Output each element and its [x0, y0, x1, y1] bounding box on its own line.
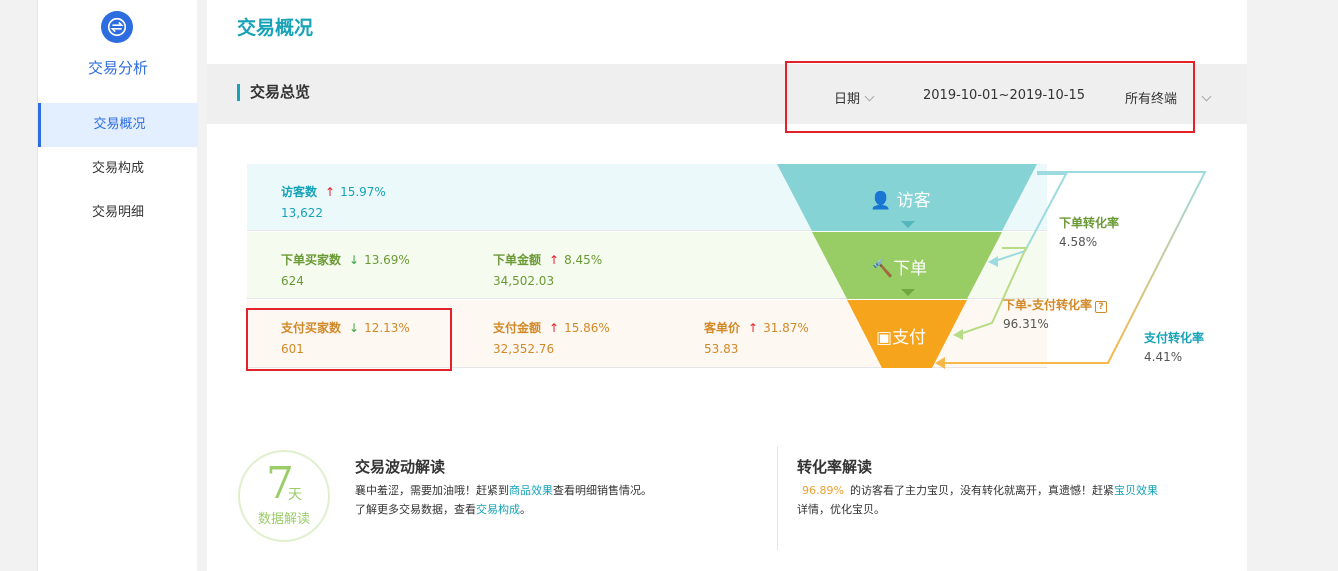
funnel-stage-visit: 👤 访客: [870, 186, 931, 211]
text-segment: 的访客看了主力宝贝，没有转化就离开，真遗憾！赶紧: [849, 484, 1114, 497]
section-bar: 交易总览 日期 2019-10-01~2019-10-15 所有终端: [207, 64, 1247, 124]
metric-order-buyers: 下单买家数 ↓ 13.69% 624: [281, 251, 410, 288]
exchange-icon: [101, 11, 133, 43]
text-segment: 了解更多交易数据，查看: [355, 503, 476, 516]
date-range-picker[interactable]: 2019-10-01~2019-10-15: [923, 88, 1085, 103]
metric-visitors: 访客数 ↑ 15.97% 13,622: [281, 183, 386, 220]
chevron-down-icon: [864, 91, 875, 102]
pay-rate-value: 4.41%: [1144, 350, 1183, 364]
conversion-pct: 96.89%: [802, 484, 844, 497]
badge-unit: 天: [288, 487, 302, 503]
sidebar-item-overview[interactable]: 交易概况: [38, 103, 198, 147]
arrow-down-icon: ↓: [349, 321, 360, 335]
order-rate: 下单转化率 4.58%: [1059, 214, 1119, 249]
sidebar-nav: 交易概况 交易构成 交易明细: [38, 103, 198, 235]
seven-day-badge: 7 天 数据解读: [238, 450, 330, 542]
fluctuation-text: 襄中羞涩，需要加油哦！赶紧到商品效果查看明细销售情况。 了解更多交易数据，查看交…: [355, 481, 755, 519]
arrow-up-icon: ↑: [549, 253, 560, 267]
funnel-stage-order: 🔨下单: [872, 254, 927, 279]
app-root: 交易分析 交易概况 交易构成 交易明细 交易概况 交易总览 日期 2019-10…: [0, 0, 1338, 571]
terminal-label: 所有终端: [1125, 92, 1178, 107]
metric-value: 601: [281, 342, 304, 356]
text-segment: 。: [520, 503, 531, 516]
metric-pay-buyers: 支付买家数 ↓ 12.13% 601: [281, 319, 410, 356]
conversion-line-2: 详情，优化宝贝。: [797, 503, 885, 516]
fluctuation-line-1: 襄中羞涩，需要加油哦！赶紧到商品效果查看明细销售情况。: [355, 481, 755, 500]
conversion-funnel: 👤 访客 🔨下单 ▣支付 下单转化率 4.58% 下单-支付转化率? 96.31…: [760, 150, 1240, 380]
metric-label: 下单买家数: [281, 253, 342, 267]
arrow-up-icon: ↑: [325, 185, 336, 199]
trade-composition-link[interactable]: 交易构成: [476, 503, 520, 516]
page-title: 交易概况: [237, 17, 314, 39]
stage-visit-label: 访客: [896, 191, 931, 211]
wallet-icon: ▣: [876, 328, 893, 348]
metric-value: 34,502.03: [493, 274, 555, 288]
product-effect-link[interactable]: 商品效果: [509, 484, 553, 497]
metric-label: 支付买家数: [281, 321, 342, 335]
arrow-down-icon: ↓: [349, 253, 360, 267]
arrow-up-icon: ↑: [549, 321, 560, 335]
metric-pct: 15.86%: [564, 321, 610, 335]
item-effect-link[interactable]: 宝贝效果: [1114, 484, 1158, 497]
order-rate-label: 下单转化率: [1059, 216, 1120, 230]
metric-pct: 15.97%: [340, 185, 386, 199]
divider: [777, 446, 778, 550]
brand-title: 交易分析: [87, 59, 148, 77]
conversion-title: 转化率解读: [797, 458, 873, 476]
stage-order-label: 下单: [893, 259, 928, 279]
connector-arrow-icon: [953, 329, 963, 340]
user-icon: 👤: [870, 191, 892, 211]
metric-value: 624: [281, 274, 304, 288]
metric-pct: 8.45%: [564, 253, 603, 267]
order-pay-rate: 下单-支付转化率? 96.31%: [1003, 296, 1107, 331]
text-segment: 襄中羞涩，需要加油哦！赶紧到: [355, 484, 509, 497]
metric-label: 下单金额: [493, 253, 542, 267]
pay-rate-label: 支付转化率: [1144, 331, 1205, 345]
metric-label: 支付金额: [493, 321, 542, 335]
metric-pct: 13.69%: [364, 253, 410, 267]
chevron-down-icon: [1201, 91, 1212, 102]
text-segment: 查看明细销售情况。: [553, 484, 652, 497]
badge-subtitle: 数据解读: [257, 512, 310, 527]
metric-value: 32,352.76: [493, 342, 555, 356]
metric-label: 访客数: [281, 185, 318, 199]
help-icon[interactable]: ?: [1094, 301, 1107, 313]
pay-rate: 支付转化率 4.41%: [1144, 329, 1204, 364]
sidebar: 交易分析 交易概况 交易构成 交易明细: [37, 0, 198, 571]
order-rate-value: 4.58%: [1059, 235, 1098, 249]
metric-pct: 12.13%: [364, 321, 410, 335]
hammer-icon: 🔨: [872, 259, 894, 279]
fluctuation-title: 交易波动解读: [355, 458, 446, 476]
order-pay-rate-label: 下单-支付转化率: [1003, 298, 1092, 312]
sidebar-item-composition[interactable]: 交易构成: [38, 147, 198, 191]
stage-pay-label: 支付: [892, 328, 927, 348]
funnel-stage-pay: ▣支付: [876, 323, 926, 348]
conversion-line-1: 96.89% 的访客看了主力宝贝，没有转化就离开，真遗憾！赶紧宝贝效果: [797, 481, 1227, 500]
arrow-up-icon: ↑: [748, 321, 759, 335]
sidebar-item-details[interactable]: 交易明细: [38, 191, 198, 235]
metric-pay-amount: 支付金额 ↑ 15.86% 32,352.76: [493, 319, 610, 356]
metric-label: 客单价: [704, 321, 741, 335]
fluctuation-line-2: 了解更多交易数据，查看交易构成。: [355, 500, 755, 519]
terminal-dropdown[interactable]: 所有终端: [1125, 88, 1212, 107]
conversion-text: 96.89% 的访客看了主力宝贝，没有转化就离开，真遗憾！赶紧宝贝效果 详情，优化…: [797, 481, 1227, 519]
section-title: 交易总览: [237, 84, 310, 101]
date-type-label: 日期: [834, 92, 861, 107]
connector-arrow-icon: [988, 256, 998, 267]
metric-value: 13,622: [281, 206, 323, 220]
metric-order-amount: 下单金额 ↑ 8.45% 34,502.03: [493, 251, 602, 288]
order-pay-rate-value: 96.31%: [1003, 317, 1049, 331]
date-type-dropdown[interactable]: 日期: [834, 88, 875, 107]
